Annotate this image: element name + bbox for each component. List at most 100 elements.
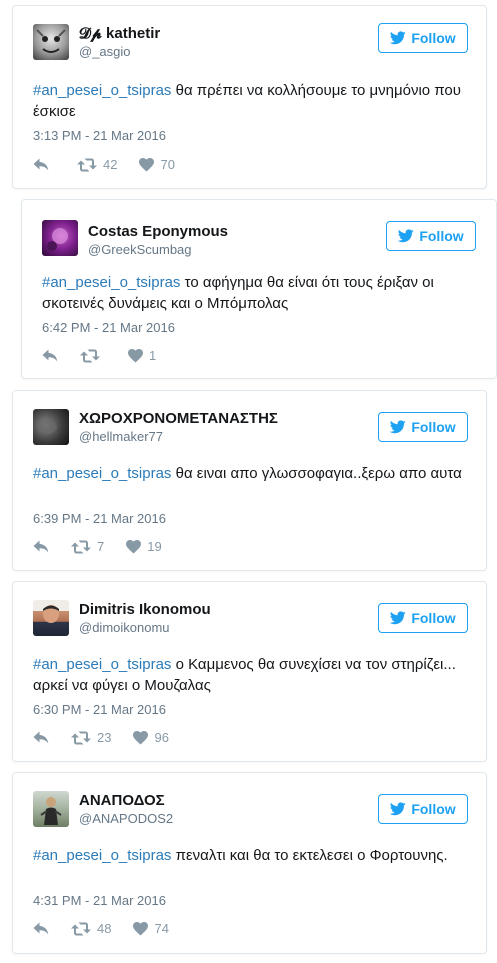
tweet-text: #an_pesei_o_tsipras πεναλτι και θα το εκ… (33, 845, 464, 866)
like-action[interactable]: 1 (128, 348, 156, 363)
hashtag-link[interactable]: #an_pesei_o_tsipras (33, 465, 171, 482)
hashtag-link[interactable]: #an_pesei_o_tsipras (33, 82, 171, 99)
display-name[interactable]: 𝓓𝓹 kathetir (79, 24, 160, 43)
follow-label: Follow (411, 419, 456, 435)
tweet-actions: 48 74 (33, 921, 169, 936)
handle[interactable]: @dimoikonomu (79, 619, 211, 637)
display-name[interactable]: ΑΝΑΠΟΔΟΣ (79, 791, 173, 810)
display-name[interactable]: Dimitris Ikonomou (79, 600, 211, 619)
like-count: 96 (154, 730, 169, 745)
tweet-text: #an_pesei_o_tsipras ο Καμμενος θα συνεχί… (33, 654, 464, 696)
timestamp[interactable]: 6:30 PM - 21 Mar 2016 (33, 702, 166, 717)
follow-button[interactable]: Follow (386, 221, 476, 251)
tweet-card: ΧΩΡΟΧΡΟΝΟΜΕΤΑΝΑΣΤΗΣ @hellmaker77 Follow … (12, 390, 487, 571)
reply-icon (33, 731, 49, 745)
like-count: 74 (154, 921, 169, 936)
twitter-bird-icon (390, 31, 406, 45)
retweet-count: 7 (97, 539, 105, 554)
handle[interactable]: @hellmaker77 (79, 428, 278, 446)
author-block: Dimitris Ikonomou @dimoikonomu (79, 600, 211, 637)
tweet-text: #an_pesei_o_tsipras το αφήγημα θα είναι … (42, 272, 474, 314)
follow-label: Follow (419, 228, 464, 244)
reply-icon (42, 349, 58, 363)
heart-icon (133, 731, 148, 745)
like-action[interactable]: 19 (126, 539, 162, 554)
avatar[interactable] (33, 409, 69, 445)
author-block: ΑΝΑΠΟΔΟΣ @ANAPODOS2 (79, 791, 173, 828)
retweet-icon (71, 922, 91, 936)
follow-button[interactable]: Follow (378, 412, 468, 442)
handle[interactable]: @_asgio (79, 43, 160, 61)
retweet-action[interactable]: 7 (71, 539, 104, 554)
tweet-card: Costas Eponymous @GreekScumbag Follow #a… (21, 199, 497, 379)
hashtag-link[interactable]: #an_pesei_o_tsipras (33, 847, 171, 864)
handle[interactable]: @ANAPODOS2 (79, 810, 173, 828)
handle[interactable]: @GreekScumbag (88, 241, 228, 259)
avatar[interactable] (33, 791, 69, 827)
retweet-action[interactable]: 48 (71, 921, 111, 936)
retweet-count: 48 (97, 921, 112, 936)
timestamp[interactable]: 6:39 PM - 21 Mar 2016 (33, 511, 166, 526)
retweet-action[interactable]: 23 (71, 730, 111, 745)
reply-icon (33, 540, 49, 554)
author-block: Costas Eponymous @GreekScumbag (88, 222, 228, 259)
timestamp[interactable]: 4:31 PM - 21 Mar 2016 (33, 893, 166, 908)
like-action[interactable]: 96 (133, 730, 169, 745)
tweet-actions: 23 96 (33, 730, 169, 745)
tweet-card: ΑΝΑΠΟΔΟΣ @ANAPODOS2 Follow #an_pesei_o_t… (12, 772, 487, 954)
twitter-bird-icon (390, 802, 406, 816)
like-action[interactable]: 74 (133, 921, 169, 936)
retweet-action[interactable] (80, 349, 106, 363)
follow-label: Follow (411, 610, 456, 626)
author-block: ΧΩΡΟΧΡΟΝΟΜΕΤΑΝΑΣΤΗΣ @hellmaker77 (79, 409, 278, 446)
reply-action[interactable] (42, 349, 58, 363)
twitter-bird-icon (390, 420, 406, 434)
follow-button[interactable]: Follow (378, 794, 468, 824)
retweet-icon (77, 158, 97, 172)
retweet-count: 23 (97, 730, 112, 745)
tweet-actions: 7 19 (33, 539, 162, 554)
reply-icon (33, 922, 49, 936)
retweet-icon (71, 731, 91, 745)
reply-action[interactable] (33, 540, 49, 554)
tweet-actions: 42 70 (33, 157, 175, 172)
like-count: 19 (147, 539, 162, 554)
display-name[interactable]: ΧΩΡΟΧΡΟΝΟΜΕΤΑΝΑΣΤΗΣ (79, 409, 278, 428)
reply-icon (33, 158, 49, 172)
avatar[interactable] (42, 220, 78, 256)
tweet-actions: 1 (42, 348, 156, 363)
display-name[interactable]: Costas Eponymous (88, 222, 228, 241)
like-count: 70 (160, 157, 175, 172)
timestamp[interactable]: 6:42 PM - 21 Mar 2016 (42, 320, 175, 335)
tweet-text: #an_pesei_o_tsipras θα πρέπει να κολλήσο… (33, 80, 464, 122)
reply-action[interactable] (33, 731, 49, 745)
tweet-card: Dimitris Ikonomou @dimoikonomu Follow #a… (12, 581, 487, 762)
twitter-bird-icon (398, 229, 414, 243)
like-count: 1 (149, 348, 157, 363)
reply-action[interactable] (33, 922, 49, 936)
avatar[interactable] (33, 600, 69, 636)
heart-icon (139, 158, 154, 172)
twitter-bird-icon (390, 611, 406, 625)
heart-icon (128, 349, 143, 363)
author-block: 𝓓𝓹 kathetir @_asgio (79, 24, 160, 61)
retweet-action[interactable]: 42 (77, 157, 117, 172)
heart-icon (126, 540, 141, 554)
follow-button[interactable]: Follow (378, 23, 468, 53)
timestamp[interactable]: 3:13 PM - 21 Mar 2016 (33, 128, 166, 143)
retweet-icon (71, 540, 91, 554)
heart-icon (133, 922, 148, 936)
hashtag-link[interactable]: #an_pesei_o_tsipras (33, 656, 171, 673)
like-action[interactable]: 70 (139, 157, 175, 172)
avatar[interactable] (33, 24, 69, 60)
retweet-icon (80, 349, 100, 363)
tweet-text: #an_pesei_o_tsipras θα ειναι απο γλωσσοφ… (33, 463, 464, 484)
follow-label: Follow (411, 801, 456, 817)
hashtag-link[interactable]: #an_pesei_o_tsipras (42, 274, 180, 291)
tweet-body: θα ειναι απο γλωσσοφαγια..ξερω απο αυτα (171, 465, 462, 482)
reply-action[interactable] (33, 158, 49, 172)
tweet-body: πεναλτι και θα το εκτελεσει ο Φορτουνης. (171, 847, 448, 864)
retweet-count: 42 (103, 157, 118, 172)
tweet-card: 𝓓𝓹 kathetir @_asgio Follow #an_pesei_o_t… (12, 5, 487, 189)
follow-button[interactable]: Follow (378, 603, 468, 633)
